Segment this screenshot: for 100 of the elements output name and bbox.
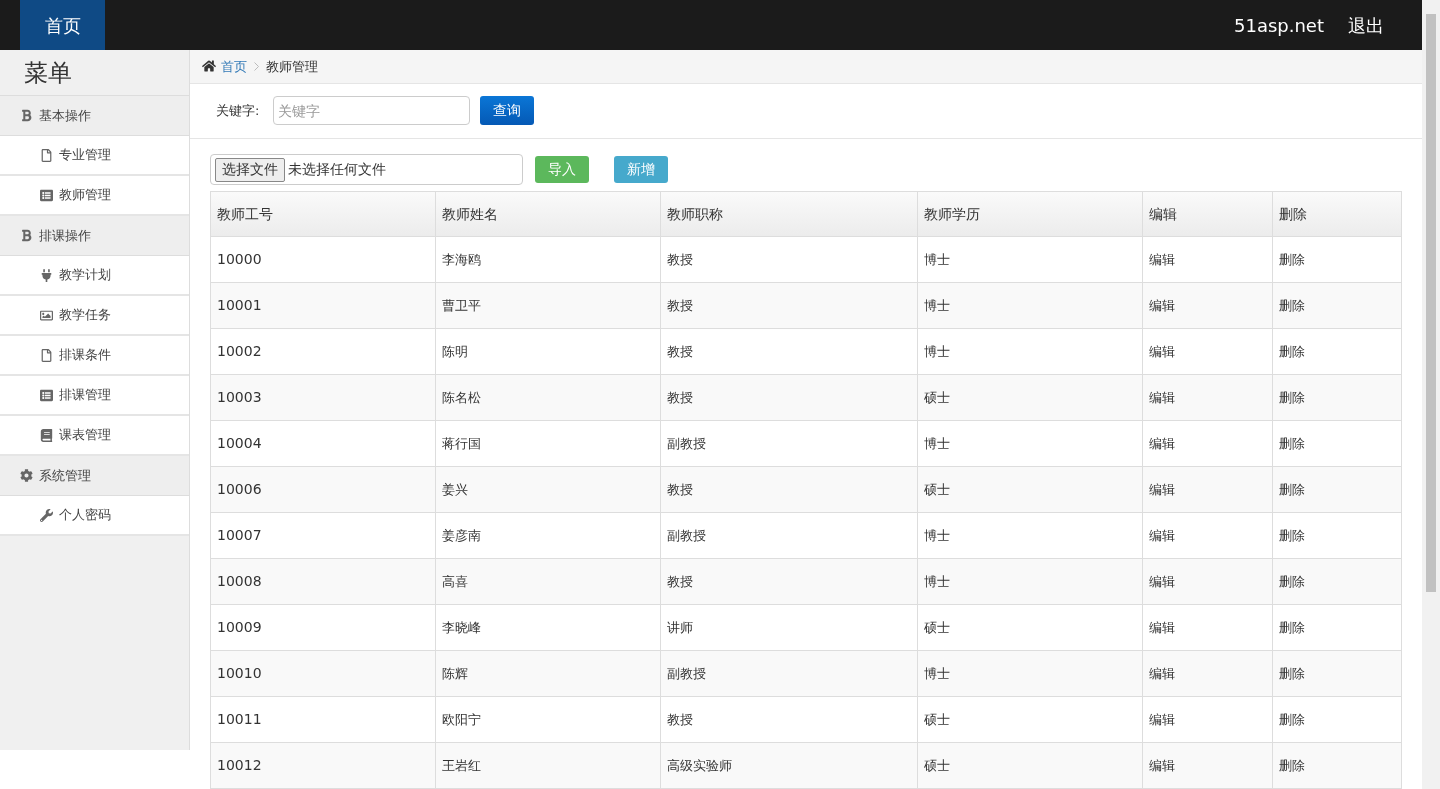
edit-link[interactable]: 编辑 <box>1149 433 1175 454</box>
table-cell: 博士 <box>918 421 1143 466</box>
wrench-icon <box>40 508 53 522</box>
table-cell: 硕士 <box>918 697 1143 742</box>
table-cell: 10010 <box>211 651 436 696</box>
edit-link[interactable]: 编辑 <box>1149 525 1175 546</box>
edit-link[interactable]: 编辑 <box>1149 617 1175 638</box>
list-icon <box>40 188 53 202</box>
keyword-field[interactable]: 关键字 <box>273 96 471 126</box>
item-label: 个人密码 <box>59 506 111 525</box>
edit-link[interactable]: 编辑 <box>1149 663 1175 684</box>
edit-link[interactable]: 编辑 <box>1149 387 1175 408</box>
item-label: 专业管理 <box>59 146 111 165</box>
file-field[interactable]: 选择文件 未选择任何文件 <box>210 154 523 185</box>
edit-link[interactable]: 编辑 <box>1149 479 1175 500</box>
keyword-label: 关键字: <box>216 102 260 121</box>
column-header: 教师职称 <box>661 192 918 236</box>
sidebar-item[interactable]: 排课条件 <box>0 336 189 376</box>
table-cell: 博士 <box>918 329 1143 374</box>
chevron-icon <box>254 61 259 71</box>
home-nav-link[interactable]: 首页 <box>20 0 105 50</box>
column-header: 编辑 <box>1143 192 1273 236</box>
table-cell: 蒋行国 <box>436 421 661 466</box>
query-button[interactable]: 查询 <box>480 96 535 126</box>
sidebar-item[interactable]: 课表管理 <box>0 416 189 456</box>
delete-link[interactable]: 删除 <box>1279 755 1305 776</box>
edit-link[interactable]: 编辑 <box>1149 755 1175 776</box>
group-label: 系统管理 <box>39 466 91 485</box>
table-cell: 陈名松 <box>436 375 661 420</box>
sidebar-item[interactable]: 排课管理 <box>0 376 189 416</box>
item-label: 教学计划 <box>59 266 111 285</box>
table-cell: 陈明 <box>436 329 661 374</box>
edit-link[interactable]: 编辑 <box>1149 249 1175 270</box>
table-cell: 10006 <box>211 467 436 512</box>
edit-link[interactable]: 编辑 <box>1149 341 1175 362</box>
delete-link[interactable]: 删除 <box>1279 387 1305 408</box>
table-cell: 10000 <box>211 237 436 282</box>
group-label: 排课操作 <box>39 226 91 245</box>
sidebar-item[interactable]: 个人密码 <box>0 496 189 536</box>
gear-icon <box>20 469 33 482</box>
table-cell: 博士 <box>918 651 1143 696</box>
delete-link[interactable]: 删除 <box>1279 433 1305 454</box>
sidebar-item[interactable]: 教师管理 <box>0 176 189 216</box>
breadcrumb-current: 教师管理 <box>266 57 318 76</box>
table-cell: 王岩红 <box>436 743 661 788</box>
table-cell: 曹卫平 <box>436 283 661 328</box>
table-cell: 10001 <box>211 283 436 328</box>
file-icon <box>40 348 53 362</box>
edit-link[interactable]: 编辑 <box>1149 295 1175 316</box>
delete-link[interactable]: 删除 <box>1279 709 1305 730</box>
sidebar-item[interactable]: 教学任务 <box>0 296 189 336</box>
delete-link[interactable]: 删除 <box>1279 617 1305 638</box>
delete-link[interactable]: 删除 <box>1279 663 1305 684</box>
delete-link[interactable]: 删除 <box>1279 249 1305 270</box>
table-cell: 硕士 <box>918 605 1143 650</box>
table-cell: 高级实验师 <box>661 743 918 788</box>
delete-link[interactable]: 删除 <box>1279 571 1305 592</box>
item-label: 教师管理 <box>59 186 111 205</box>
table-cell: 10007 <box>211 513 436 558</box>
table-cell: 李晓峰 <box>436 605 661 650</box>
book-icon <box>40 428 53 442</box>
table-cell: 硕士 <box>918 467 1143 512</box>
edit-link[interactable]: 编辑 <box>1149 709 1175 730</box>
table-cell: 姜彦南 <box>436 513 661 558</box>
delete-link[interactable]: 删除 <box>1279 341 1305 362</box>
table-cell: 10004 <box>211 421 436 466</box>
item-label: 教学任务 <box>59 306 111 325</box>
list-icon <box>40 388 53 402</box>
table-cell: 教授 <box>661 375 918 420</box>
breadcrumb-link[interactable]: 首页 <box>221 56 247 77</box>
table-cell: 李海鸥 <box>436 237 661 282</box>
choose-file-button[interactable]: 选择文件 <box>215 157 285 182</box>
table-cell: 教授 <box>661 237 918 282</box>
file-icon <box>40 148 53 162</box>
table-cell: 讲师 <box>661 605 918 650</box>
item-label: 课表管理 <box>59 426 111 445</box>
table-cell: 副教授 <box>661 513 918 558</box>
table-cell: 高喜 <box>436 559 661 604</box>
image-icon <box>40 308 53 322</box>
brand-link[interactable]: 51asp.net <box>1234 11 1324 39</box>
table-cell: 副教授 <box>661 421 918 466</box>
edit-link[interactable]: 编辑 <box>1149 571 1175 592</box>
item-label: 排课条件 <box>59 346 111 365</box>
table-cell: 教授 <box>661 467 918 512</box>
table-cell: 欧阳宁 <box>436 697 661 742</box>
sidebar-item[interactable]: 教学计划 <box>0 256 189 296</box>
table-cell: 陈辉 <box>436 651 661 696</box>
sidebar-item[interactable]: 专业管理 <box>0 136 189 176</box>
delete-link[interactable]: 删除 <box>1279 479 1305 500</box>
table-cell: 硕士 <box>918 743 1143 788</box>
table-cell: 10008 <box>211 559 436 604</box>
plug-icon <box>40 268 53 282</box>
group-label: 基本操作 <box>39 106 91 125</box>
table-cell: 博士 <box>918 559 1143 604</box>
table-cell: 10009 <box>211 605 436 650</box>
table-cell: 副教授 <box>661 651 918 696</box>
delete-link[interactable]: 删除 <box>1279 295 1305 316</box>
logout-link[interactable]: 退出 <box>1348 11 1384 39</box>
table-cell: 教授 <box>661 697 918 742</box>
delete-link[interactable]: 删除 <box>1279 525 1305 546</box>
